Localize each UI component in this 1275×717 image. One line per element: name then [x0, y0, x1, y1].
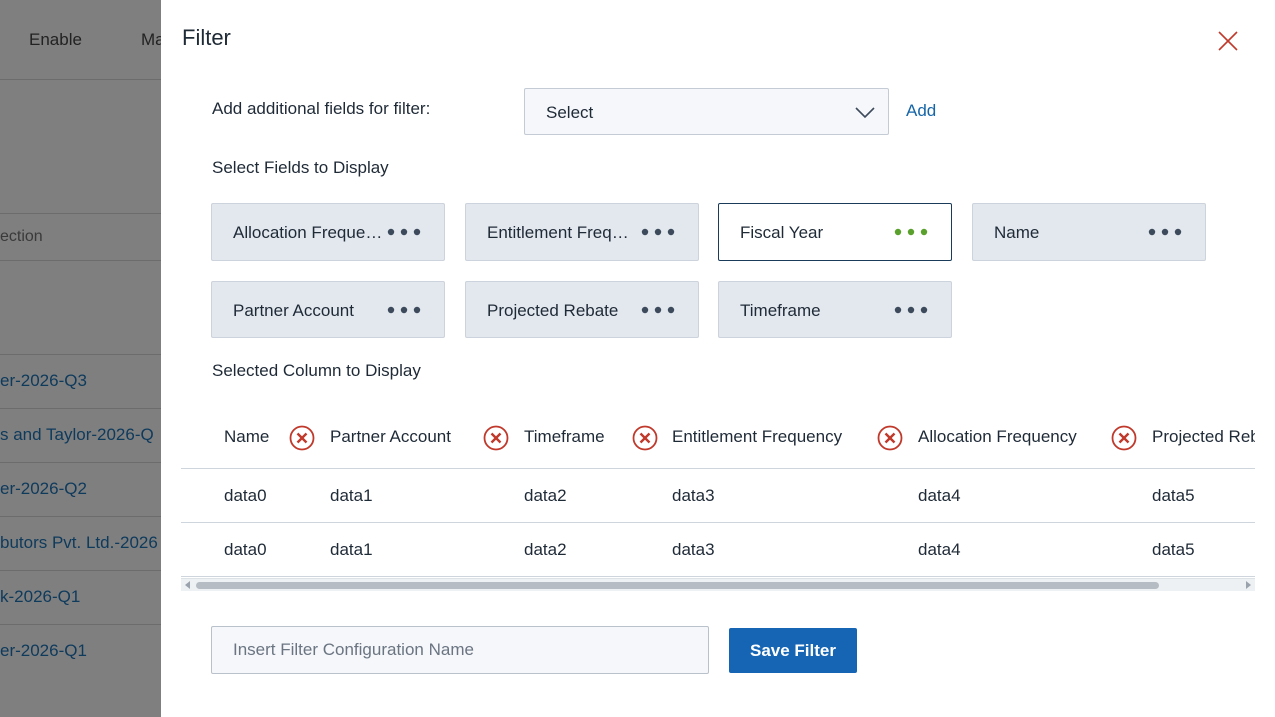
background-filter-text: ection: [0, 228, 43, 245]
field-chip-fiscal-year[interactable]: Fiscal Year: [718, 203, 952, 261]
field-chip-projected-rebate[interactable]: Projected Rebate: [465, 281, 699, 338]
table-cell: data4: [918, 540, 961, 559]
field-chip-name[interactable]: Name: [972, 203, 1206, 261]
background-list-item: k-2026-Q1: [0, 570, 161, 624]
add-field-link[interactable]: Add: [906, 101, 936, 121]
scroll-left-icon[interactable]: [184, 581, 192, 589]
field-chip-entitlement-frequency[interactable]: Entitlement Frequency: [465, 203, 699, 261]
column-header-name: Name: [224, 427, 270, 446]
table-cell: data5: [1152, 486, 1195, 505]
scrollbar-thumb[interactable]: [196, 582, 1159, 589]
table-cell: data2: [524, 486, 567, 505]
horizontal-scrollbar[interactable]: [181, 578, 1255, 591]
background-list-item: er-2026-Q3: [0, 354, 161, 408]
table-row: data0 data1 data2 data3 data4 data5: [181, 469, 1255, 523]
fields-label: Select Fields to Display: [212, 158, 389, 177]
field-select-value: Select: [546, 103, 594, 122]
table-cell: data3: [672, 486, 715, 505]
enable-tab: Enable: [29, 30, 82, 49]
background-list-item: er-2026-Q1: [0, 624, 161, 678]
field-chip-label: Name: [994, 223, 1040, 242]
add-fields-label: Add additional fields for filter:: [212, 99, 431, 118]
field-select[interactable]: Select: [524, 88, 889, 135]
field-chip-partner-account[interactable]: Partner Account: [211, 281, 445, 338]
field-chip-label: Fiscal Year: [740, 223, 824, 242]
background-filter-row: ection: [0, 213, 161, 261]
toolbar-tab-partial: Ma: [141, 30, 161, 49]
background-list-item: s and Taylor-2026-Q: [0, 408, 161, 462]
field-chip-timeframe[interactable]: Timeframe: [718, 281, 952, 338]
field-chip-allocation-frequency[interactable]: Allocation Frequency: [211, 203, 445, 261]
filter-config-name-input[interactable]: [211, 626, 709, 674]
background-list-item: butors Pvt. Ltd.-2026: [0, 516, 161, 570]
more-icon[interactable]: [386, 224, 422, 240]
drawer-title: Filter: [182, 25, 231, 50]
more-icon[interactable]: [386, 302, 422, 318]
table-cell: data0: [224, 486, 267, 505]
scroll-right-icon[interactable]: [1244, 581, 1252, 589]
more-icon[interactable]: [1147, 224, 1183, 240]
column-header-projected-rebate: Projected Rebate: [1152, 427, 1255, 446]
remove-column-icon[interactable]: [483, 425, 509, 451]
field-chip-label: Entitlement Frequency: [487, 223, 637, 242]
selected-columns-table: Name Partner Account Timeframe Entitleme…: [181, 406, 1255, 592]
save-filter-button[interactable]: Save Filter: [729, 628, 857, 673]
close-button[interactable]: [1215, 28, 1241, 54]
table-cell: data0: [224, 540, 267, 559]
table-cell: data1: [330, 540, 373, 559]
more-icon[interactable]: [640, 224, 676, 240]
field-chip-label: Timeframe: [740, 301, 821, 320]
more-icon[interactable]: [640, 302, 676, 318]
remove-column-icon[interactable]: [289, 425, 315, 451]
column-header-entitlement-frequency: Entitlement Frequency: [672, 427, 843, 446]
table-cell: data4: [918, 486, 961, 505]
background-page: Enable Ma ection er-2026-Q3 s and Taylor…: [0, 0, 161, 717]
table-row: data0 data1 data2 data3 data4 data5: [181, 523, 1255, 577]
close-icon: [1218, 31, 1238, 51]
background-toolbar: Enable Ma: [0, 0, 161, 80]
remove-column-icon[interactable]: [877, 425, 903, 451]
table-cell: data5: [1152, 540, 1195, 559]
selected-columns-label: Selected Column to Display: [212, 361, 421, 380]
more-icon[interactable]: [893, 302, 929, 318]
more-icon[interactable]: [893, 224, 929, 240]
table-cell: data1: [330, 486, 373, 505]
column-header-partner-account: Partner Account: [330, 427, 451, 446]
field-chip-label: Projected Rebate: [487, 301, 619, 320]
column-header-allocation-frequency: Allocation Frequency: [918, 427, 1077, 446]
field-chip-label: Allocation Frequency: [233, 223, 383, 242]
remove-column-icon[interactable]: [1111, 425, 1137, 451]
background-list-item: er-2026-Q2: [0, 462, 161, 516]
table-header: Name Partner Account Timeframe Entitleme…: [181, 406, 1255, 469]
remove-column-icon[interactable]: [632, 425, 658, 451]
column-header-timeframe: Timeframe: [524, 427, 605, 446]
table-cell: data2: [524, 540, 567, 559]
filter-drawer: Filter Add additional fields for filter:…: [161, 0, 1275, 717]
table-cell: data3: [672, 540, 715, 559]
chevron-down-icon: [855, 107, 875, 119]
field-chip-label: Partner Account: [233, 301, 354, 320]
